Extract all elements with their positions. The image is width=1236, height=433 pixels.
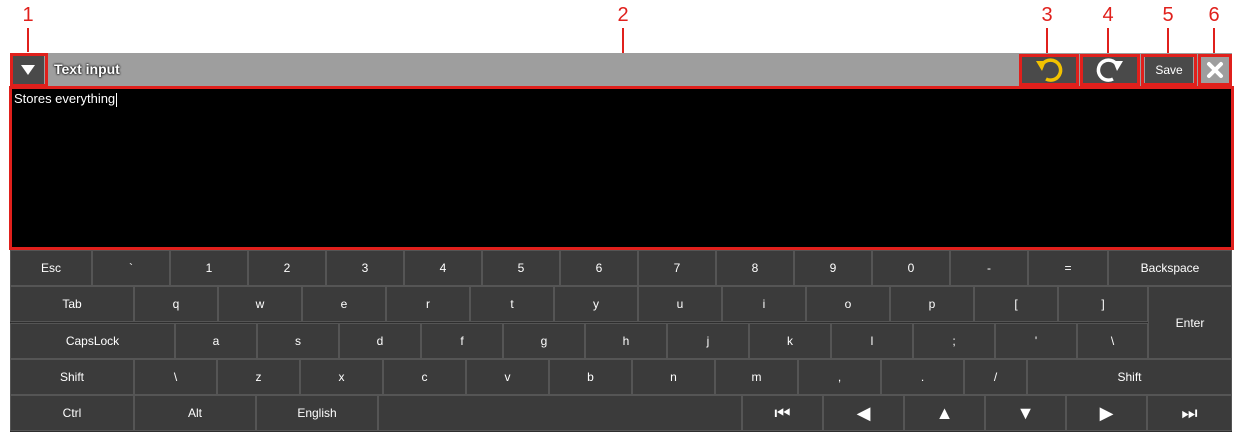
key-o[interactable]: o <box>806 286 890 322</box>
key-j[interactable]: j <box>667 323 749 359</box>
highlight-text-area <box>9 86 1234 250</box>
key-jump-start-icon[interactable]: ⏮ <box>742 395 823 431</box>
callout-1: 1 <box>22 4 34 26</box>
key-arrow-right-icon[interactable]: ▶ <box>1066 395 1147 431</box>
key-shift[interactable]: Shift <box>1027 359 1232 395</box>
key-sym-0-1[interactable]: ` <box>92 250 170 286</box>
key-8[interactable]: 8 <box>716 250 794 286</box>
key-arrow-down-icon[interactable]: ▼ <box>985 395 1066 431</box>
key-k[interactable]: k <box>749 323 831 359</box>
key-alt[interactable]: Alt <box>134 395 256 431</box>
key-sym-3-10[interactable]: . <box>881 359 964 395</box>
key-1[interactable]: 1 <box>170 250 248 286</box>
key-shift[interactable]: Shift <box>10 359 134 395</box>
callout-6-line <box>1213 28 1215 54</box>
callout-2: 2 <box>617 4 629 26</box>
key-g[interactable]: g <box>503 323 585 359</box>
key-sym-2-12[interactable]: \ <box>1077 323 1148 359</box>
key-q[interactable]: q <box>134 286 218 322</box>
key-h[interactable]: h <box>585 323 667 359</box>
on-screen-keyboard: Esc ` 1 2 3 4 5 6 7 8 9 0- = Backspace Tab q w e r t y u i o p[]… <box>10 250 1232 432</box>
highlight-close-button <box>1198 54 1232 86</box>
key-backspace[interactable]: Backspace <box>1108 250 1232 286</box>
callout-4: 4 <box>1102 4 1114 26</box>
key-z[interactable]: z <box>217 359 300 395</box>
key-sym-3-11[interactable]: / <box>964 359 1027 395</box>
key-a[interactable]: a <box>175 323 257 359</box>
highlight-redo-button <box>1080 54 1140 86</box>
key-sym-1-12[interactable]: ] <box>1058 286 1148 322</box>
key-6[interactable]: 6 <box>560 250 638 286</box>
key-v[interactable]: v <box>466 359 549 395</box>
key-arrow-left-icon[interactable]: ◀ <box>823 395 904 431</box>
key-p[interactable]: p <box>890 286 974 322</box>
callout-5-line <box>1167 28 1169 54</box>
key-5[interactable]: 5 <box>482 250 560 286</box>
key-arrow-up-icon[interactable]: ▲ <box>904 395 985 431</box>
window-title: Text input <box>54 61 120 77</box>
key-m[interactable]: m <box>715 359 798 395</box>
key-2[interactable]: 2 <box>248 250 326 286</box>
key-x[interactable]: x <box>300 359 383 395</box>
key-w[interactable]: w <box>218 286 302 322</box>
highlight-undo-button <box>1019 54 1079 86</box>
key-b[interactable]: b <box>549 359 632 395</box>
key-sym-0-12[interactable]: - <box>950 250 1028 286</box>
key-s[interactable]: s <box>257 323 339 359</box>
key-c[interactable]: c <box>383 359 466 395</box>
key-u[interactable]: u <box>638 286 722 322</box>
key-7[interactable]: 7 <box>638 250 716 286</box>
key-3[interactable]: 3 <box>326 250 404 286</box>
key-sym-0-13[interactable]: = <box>1028 250 1108 286</box>
key-4[interactable]: 4 <box>404 250 482 286</box>
key-tab[interactable]: Tab <box>10 286 134 322</box>
key-i[interactable]: i <box>722 286 806 322</box>
key-l[interactable]: l <box>831 323 913 359</box>
key-sym-3-1[interactable]: \ <box>134 359 217 395</box>
key-t[interactable]: t <box>470 286 554 322</box>
key-y[interactable]: y <box>554 286 638 322</box>
highlight-save-button <box>1141 54 1197 86</box>
key-jump-end-icon[interactable]: ⏭ <box>1147 395 1232 431</box>
key-n[interactable]: n <box>632 359 715 395</box>
key-enter[interactable]: Enter <box>1148 286 1232 359</box>
key-0[interactable]: 0 <box>872 250 950 286</box>
callout-6: 6 <box>1208 4 1220 26</box>
key-d[interactable]: d <box>339 323 421 359</box>
key-esc[interactable]: Esc <box>10 250 92 286</box>
key-e[interactable]: e <box>302 286 386 322</box>
key-capslock[interactable]: CapsLock <box>10 323 175 359</box>
key-space[interactable] <box>378 395 742 431</box>
key-sym-2-11[interactable]: ' <box>995 323 1077 359</box>
key-r[interactable]: r <box>386 286 470 322</box>
key-ctrl[interactable]: Ctrl <box>10 395 134 431</box>
key-9[interactable]: 9 <box>794 250 872 286</box>
key-english[interactable]: English <box>256 395 378 431</box>
callout-3: 3 <box>1041 4 1053 26</box>
key-sym-1-11[interactable]: [ <box>974 286 1058 322</box>
key-sym-3-9[interactable]: , <box>798 359 881 395</box>
callout-5: 5 <box>1162 4 1174 26</box>
highlight-menu-button <box>10 53 48 87</box>
callout-1-line <box>27 28 29 52</box>
callout-3-line <box>1046 28 1048 54</box>
key-sym-2-10[interactable]: ; <box>913 323 995 359</box>
callout-4-line <box>1107 28 1109 54</box>
key-f[interactable]: f <box>421 323 503 359</box>
